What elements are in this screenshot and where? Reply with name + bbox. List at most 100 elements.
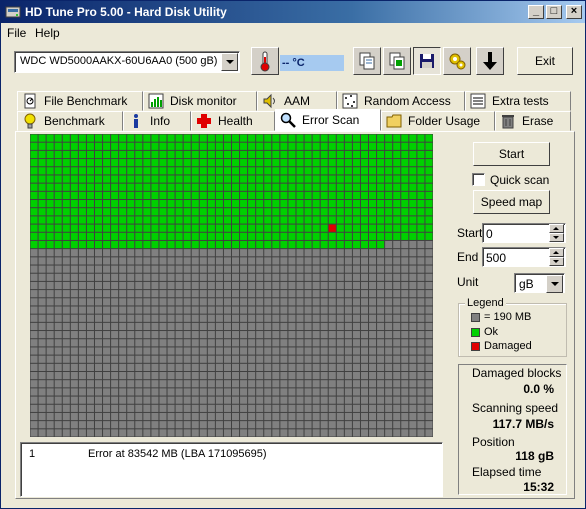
tab-error-scan[interactable]: Error Scan	[275, 109, 381, 131]
block-unscanned	[240, 281, 248, 290]
save-button[interactable]	[413, 47, 441, 75]
download-button[interactable]	[476, 47, 504, 75]
title-bar[interactable]: HD Tune Pro 5.00 - Hard Disk Utility _ □…	[1, 1, 585, 23]
block-ok	[46, 167, 54, 175]
start-button[interactable]: Start	[473, 142, 550, 166]
block-ok	[70, 150, 78, 159]
block-ok	[199, 216, 207, 224]
exit-button[interactable]: Exit	[517, 47, 573, 75]
tab-extra-tests[interactable]: Extra tests	[465, 91, 571, 111]
block-unscanned	[223, 265, 231, 273]
block-unscanned	[409, 429, 417, 437]
block-unscanned	[320, 314, 328, 322]
block-unscanned	[191, 396, 199, 404]
block-unscanned	[248, 396, 256, 404]
block-ok	[264, 232, 272, 240]
block-unscanned	[280, 404, 288, 412]
copy-icon	[359, 52, 375, 70]
tab-random-access[interactable]: Random Access	[337, 91, 465, 111]
block-ok	[296, 208, 304, 216]
copy-text-button[interactable]	[353, 47, 381, 75]
temperature-button[interactable]	[251, 47, 279, 75]
tab-benchmark[interactable]: Benchmark	[17, 111, 123, 131]
spinner-down-icon[interactable]	[549, 257, 564, 266]
block-ok	[191, 240, 199, 249]
block-unscanned	[304, 363, 312, 371]
spinner-up-icon[interactable]	[549, 224, 564, 233]
block-ok	[240, 240, 248, 249]
drive-select[interactable]: WDC WD5000AAKX-60U6AA0 (500 gB)	[14, 51, 240, 73]
tab-disk-monitor[interactable]: Disk monitor	[143, 91, 257, 111]
block-ok	[360, 134, 369, 142]
copy-screenshot-button[interactable]	[383, 47, 411, 75]
block-unscanned	[304, 380, 312, 388]
block-ok	[328, 142, 336, 150]
block-unscanned	[304, 347, 312, 355]
minimize-button[interactable]: _	[528, 5, 544, 19]
block-ok	[199, 240, 207, 249]
spinner-up-icon[interactable]	[549, 248, 564, 257]
block-unscanned	[272, 249, 280, 257]
block-unscanned	[336, 339, 344, 347]
block-unscanned	[62, 347, 70, 355]
block-unscanned	[336, 404, 344, 412]
block-ok	[151, 183, 159, 191]
block-unscanned	[304, 412, 312, 421]
maximize-button[interactable]: □	[546, 5, 562, 19]
tab-aam[interactable]: AAM	[257, 91, 337, 111]
spinner-down-icon[interactable]	[549, 233, 564, 242]
chevron-down-icon[interactable]	[546, 275, 563, 293]
menu-file[interactable]: File	[7, 26, 26, 40]
tab-info[interactable]: Info	[123, 111, 191, 131]
block-unscanned	[62, 314, 70, 322]
block-unscanned	[38, 371, 46, 380]
block-ok	[280, 240, 288, 249]
options-button[interactable]	[443, 47, 471, 75]
block-unscanned	[248, 331, 256, 339]
block-unscanned	[62, 249, 70, 257]
start-spinner[interactable]: 0	[482, 223, 566, 243]
block-ok	[304, 183, 312, 191]
block-ok	[215, 159, 223, 167]
block-unscanned	[119, 322, 127, 331]
block-unscanned	[38, 404, 46, 412]
block-ok	[119, 224, 127, 232]
speed-map-button[interactable]: Speed map	[473, 190, 550, 214]
block-unscanned	[86, 273, 94, 281]
quick-scan-checkbox[interactable]	[472, 173, 485, 186]
block-unscanned	[127, 249, 135, 257]
close-button[interactable]: ×	[566, 5, 582, 19]
block-unscanned	[401, 347, 409, 355]
block-unscanned	[135, 257, 143, 265]
block-ok	[46, 183, 54, 191]
block-unscanned	[369, 412, 377, 421]
block-unscanned	[175, 257, 183, 265]
block-unscanned	[377, 396, 385, 404]
block-ok	[232, 159, 240, 167]
block-ok	[215, 134, 223, 142]
unit-select[interactable]: gB	[514, 273, 565, 293]
block-unscanned	[248, 257, 256, 265]
block-ok	[417, 216, 425, 224]
menu-help[interactable]: Help	[35, 26, 60, 40]
block-unscanned	[159, 298, 167, 306]
tab-folder-usage[interactable]: Folder Usage	[381, 111, 495, 131]
block-unscanned	[127, 380, 135, 388]
block-unscanned	[248, 249, 256, 257]
block-unscanned	[135, 412, 143, 421]
block-unscanned	[409, 388, 417, 396]
block-ok	[264, 167, 272, 175]
end-spinner[interactable]: 500	[482, 247, 566, 267]
block-unscanned	[119, 412, 127, 421]
block-ok	[256, 134, 264, 142]
chevron-down-icon[interactable]	[221, 53, 238, 71]
tab-file-benchmark[interactable]: File Benchmark	[17, 91, 143, 111]
block-unscanned	[377, 306, 385, 314]
tab-health[interactable]: Health	[191, 111, 275, 131]
block-ok	[103, 142, 111, 150]
block-ok	[288, 200, 296, 208]
tab-erase[interactable]: Erase	[495, 111, 571, 131]
block-unscanned	[393, 331, 401, 339]
error-log[interactable]: 1 Error at 83542 MB (LBA 171095695)	[20, 442, 443, 497]
block-ok	[264, 208, 272, 216]
